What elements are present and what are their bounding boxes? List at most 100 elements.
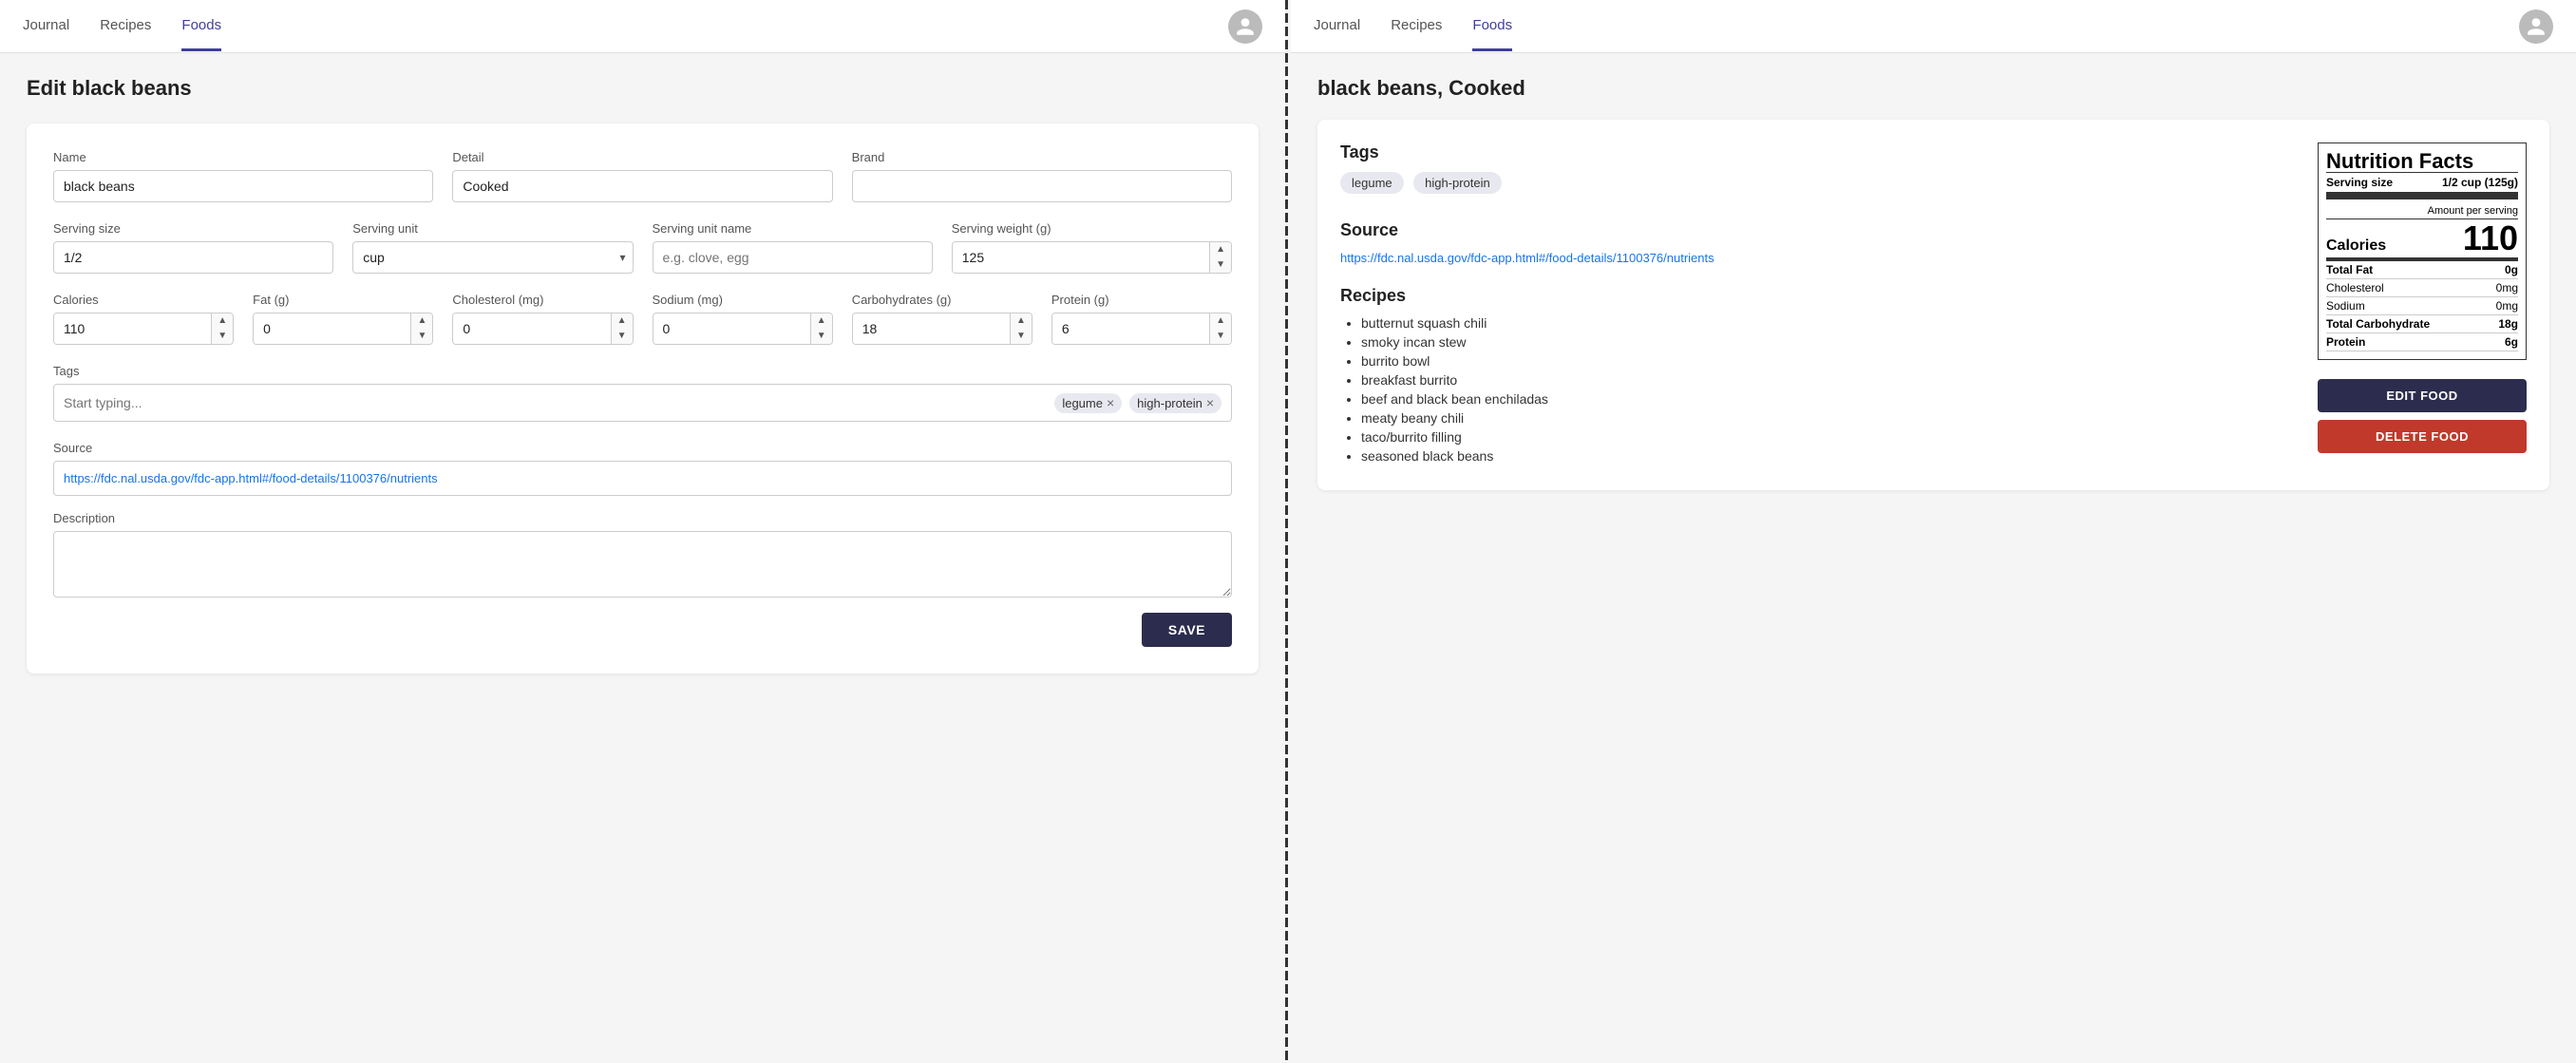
serving-weight-group: Serving weight (g) ▲ ▼ (952, 221, 1232, 274)
spin-down-calories[interactable]: ▼ (212, 329, 233, 344)
spin-up-sodium[interactable]: ▲ (811, 313, 832, 329)
carbohydrates-wrapper: ▲ ▼ (852, 313, 1032, 345)
list-item: smoky incan stew (1361, 334, 2280, 350)
source-link[interactable]: https://fdc.nal.usda.gov/fdc-app.html#/f… (1340, 251, 1714, 265)
tags-section-title: Tags (1340, 142, 2280, 162)
spin-down-carbohydrates[interactable]: ▼ (1011, 329, 1032, 344)
list-item: taco/burrito filling (1361, 429, 2280, 445)
nav-foods-right[interactable]: Foods (1472, 2, 1512, 51)
carbohydrates-label: Carbohydrates (g) (852, 293, 1032, 307)
calories-wrapper: ▲ ▼ (53, 313, 234, 345)
spin-down-serving-weight[interactable]: ▼ (1210, 257, 1231, 273)
source-group: Source (53, 441, 1232, 496)
fat-input[interactable] (254, 313, 410, 344)
source-input[interactable] (53, 461, 1232, 496)
calories-value-nf: 110 (2463, 221, 2518, 256)
protein-group: Protein (g) ▲ ▼ (1051, 293, 1232, 345)
serving-weight-label: Serving weight (g) (952, 221, 1232, 236)
form-row-1: Name Detail Brand (53, 150, 1232, 202)
form-row-2: Serving size Serving unit cup tbsp tsp o… (53, 221, 1232, 274)
calories-group: Calories ▲ ▼ (53, 293, 234, 345)
nf-row-cholesterol: Cholesterol 0mg (2326, 279, 2518, 297)
serving-unit-select[interactable]: cup tbsp tsp oz g ml (352, 241, 633, 274)
right-content-wrapper: Tags legume high-protein Source https://… (1340, 142, 2527, 467)
recipes-list: butternut squash chili smoky incan stew … (1340, 315, 2280, 464)
nav-journal-left[interactable]: Journal (23, 2, 69, 51)
action-buttons: EDIT FOOD DELETE FOOD (2318, 379, 2527, 453)
nf-label-total-fat: Total Fat (2326, 263, 2373, 276)
protein-wrapper: ▲ ▼ (1051, 313, 1232, 345)
spin-up-carbohydrates[interactable]: ▲ (1011, 313, 1032, 329)
nav-recipes-left[interactable]: Recipes (100, 2, 151, 51)
cholesterol-group: Cholesterol (mg) ▲ ▼ (452, 293, 633, 345)
tag-chip-legume: legume × (1054, 393, 1122, 413)
serving-size-input[interactable] (53, 241, 333, 274)
left-nav: Journal Recipes Foods (0, 0, 1285, 53)
tags-label: Tags (53, 364, 1232, 378)
tags-input[interactable] (64, 395, 1047, 410)
nav-journal-right[interactable]: Journal (1314, 2, 1360, 51)
spin-down-cholesterol[interactable]: ▼ (612, 329, 633, 344)
spin-up-calories[interactable]: ▲ (212, 313, 233, 329)
tags-input-area[interactable]: legume × high-protein × (53, 384, 1232, 422)
serving-weight-input[interactable] (953, 242, 1209, 273)
carbohydrates-input[interactable] (853, 313, 1010, 344)
spin-down-sodium[interactable]: ▼ (811, 329, 832, 344)
serving-unit-select-wrapper: cup tbsp tsp oz g ml ▾ (352, 241, 633, 274)
carbohydrates-group: Carbohydrates (g) ▲ ▼ (852, 293, 1032, 345)
spin-up-serving-weight[interactable]: ▲ (1210, 242, 1231, 257)
list-item: butternut squash chili (1361, 315, 2280, 331)
protein-label: Protein (g) (1051, 293, 1232, 307)
source-section: Source https://fdc.nal.usda.gov/fdc-app.… (1340, 220, 2280, 267)
edit-form-card: Name Detail Brand Serving size (27, 123, 1259, 674)
avatar-left[interactable] (1228, 9, 1262, 44)
spin-down-fat[interactable]: ▼ (411, 329, 432, 344)
tags-badges: legume high-protein (1340, 172, 2280, 201)
description-textarea[interactable] (53, 531, 1232, 598)
cholesterol-input[interactable] (453, 313, 610, 344)
brand-input[interactable] (852, 170, 1232, 202)
nf-label-sodium: Sodium (2326, 299, 2365, 313)
save-button[interactable]: SAVE (1142, 613, 1232, 647)
sodium-input[interactable] (653, 313, 810, 344)
serving-size-label-nf: Serving size (2326, 176, 2393, 189)
detail-input[interactable] (452, 170, 832, 202)
brand-label: Brand (852, 150, 1232, 164)
nf-value-total-fat: 0g (2505, 263, 2518, 276)
fat-spinners: ▲ ▼ (410, 313, 432, 344)
right-page-content: black beans, Cooked Tags legume high-pro… (1291, 53, 2576, 1063)
sodium-group: Sodium (mg) ▲ ▼ (653, 293, 833, 345)
edit-food-button[interactable]: EDIT FOOD (2318, 379, 2527, 412)
spin-up-cholesterol[interactable]: ▲ (612, 313, 633, 329)
serving-unit-name-input[interactable] (653, 241, 933, 274)
sodium-label: Sodium (mg) (653, 293, 833, 307)
serving-size-group: Serving size (53, 221, 333, 274)
tag-chip-high-protein: high-protein × (1129, 393, 1222, 413)
protein-input[interactable] (1052, 313, 1209, 344)
spin-down-protein[interactable]: ▼ (1210, 329, 1231, 344)
description-group: Description (53, 511, 1232, 598)
spin-up-protein[interactable]: ▲ (1210, 313, 1231, 329)
source-label: Source (53, 441, 1232, 455)
fat-wrapper: ▲ ▼ (253, 313, 433, 345)
nf-value-sodium: 0mg (2496, 299, 2518, 313)
tag-chip-legume-remove[interactable]: × (1107, 396, 1114, 409)
name-input[interactable] (53, 170, 433, 202)
nav-foods-left[interactable]: Foods (181, 2, 221, 51)
tag-chip-legume-label: legume (1062, 396, 1103, 410)
food-detail-card: Tags legume high-protein Source https://… (1317, 120, 2549, 490)
tag-chip-high-protein-remove[interactable]: × (1206, 396, 1214, 409)
delete-food-button[interactable]: DELETE FOOD (2318, 420, 2527, 453)
calories-input[interactable] (54, 313, 211, 344)
nutrition-actions-column: Nutrition Facts Serving size 1/2 cup (12… (2318, 142, 2527, 467)
nav-recipes-right[interactable]: Recipes (1391, 2, 1442, 51)
form-row-3: Calories ▲ ▼ Fat (g) ▲ (53, 293, 1232, 345)
tags-section: Tags legume high-protein (1340, 142, 2280, 201)
right-panel: Journal Recipes Foods black beans, Cooke… (1291, 0, 2576, 1063)
source-section-title: Source (1340, 220, 2280, 240)
form-actions: SAVE (53, 613, 1232, 647)
spin-up-fat[interactable]: ▲ (411, 313, 432, 329)
nf-row-sodium: Sodium 0mg (2326, 297, 2518, 315)
avatar-right[interactable] (2519, 9, 2553, 44)
food-title: black beans, Cooked (1317, 76, 2549, 101)
